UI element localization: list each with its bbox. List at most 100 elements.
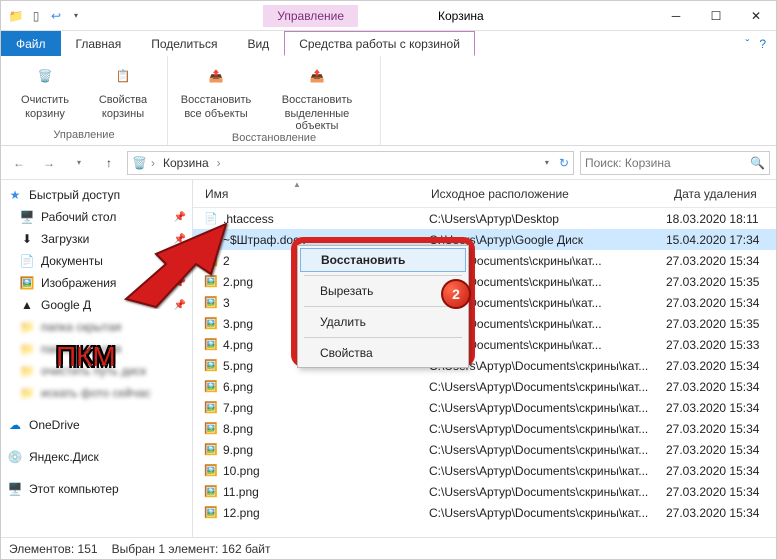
restore-all-icon: 📤 bbox=[200, 60, 232, 92]
file-row[interactable]: 🖼️9.pngC:\Users\Артур\Documents\скрины\к… bbox=[193, 439, 776, 460]
sidebar-item[interactable]: ⬇ Загрузки bbox=[1, 228, 192, 250]
file-row[interactable]: 🖼️8.pngC:\Users\Артур\Documents\скрины\к… bbox=[193, 418, 776, 439]
file-row[interactable]: 🖼️5.pngC:\Users\Артур\Documents\скрины\к… bbox=[193, 355, 776, 376]
sidebar-item-label: Google Д bbox=[41, 298, 91, 312]
ribbon-tabs: Файл Главная Поделиться Вид Средства раб… bbox=[1, 31, 776, 56]
restore-selected-icon: 📤 bbox=[301, 60, 333, 92]
status-bar: Элементов: 151 Выбран 1 элемент: 162 бай… bbox=[1, 537, 776, 559]
ctx-delete[interactable]: Удалить bbox=[300, 310, 466, 334]
file-row[interactable]: 🖼️11.pngC:\Users\Артур\Documents\скрины\… bbox=[193, 481, 776, 502]
up-button[interactable]: ↑ bbox=[97, 151, 121, 175]
sidebar-item[interactable]: 🖼️Изображения bbox=[1, 272, 192, 294]
file-row[interactable]: 🖼️2\Артур\Documents\скрины\кат...27.03.2… bbox=[193, 250, 776, 271]
tab-view[interactable]: Вид bbox=[232, 31, 284, 56]
breadcrumb-sep-icon[interactable]: › bbox=[151, 156, 155, 170]
sidebar-item-label: искать фото сейчас bbox=[41, 386, 151, 400]
ctx-separator bbox=[304, 306, 462, 307]
address-box[interactable]: 🗑️ › Корзина › ▾ ↻ bbox=[127, 151, 574, 175]
status-selection: Выбран 1 элемент: 162 байт bbox=[112, 542, 271, 556]
column-name[interactable]: Имя bbox=[193, 187, 423, 201]
breadcrumb-sep-icon[interactable]: › bbox=[217, 156, 221, 170]
ctx-separator bbox=[304, 337, 462, 338]
sidebar-item[interactable]: ▲Google Д bbox=[1, 294, 192, 316]
recycle-properties-button[interactable]: 📋 Свойствакорзины bbox=[87, 60, 159, 129]
file-row[interactable]: 🖼️10.pngC:\Users\Артур\Documents\скрины\… bbox=[193, 460, 776, 481]
sidebar-yandex-disk[interactable]: 💿 Яндекс.Диск bbox=[1, 446, 192, 468]
breadcrumb-current[interactable]: Корзина bbox=[159, 156, 213, 170]
sidebar-item[interactable]: 📄Документы bbox=[1, 250, 192, 272]
file-row[interactable]: 📄.htaccessC:\Users\Артур\Desktop18.03.20… bbox=[193, 208, 776, 229]
column-headers: ▲ Имя Исходное расположение Дата удалени… bbox=[193, 180, 776, 208]
help-question-icon[interactable]: ? bbox=[759, 37, 766, 51]
file-row[interactable]: 🖼️4.png\Артур\Documents\скрины\кат...27.… bbox=[193, 334, 776, 355]
search-box[interactable]: 🔍 bbox=[580, 151, 770, 175]
file-row[interactable]: 🖼️3\Артур\Documents\скрины\кат...27.03.2… bbox=[193, 292, 776, 313]
sidebar-quick-access[interactable]: ★ Быстрый доступ bbox=[1, 184, 192, 206]
file-icon: 🖼️ bbox=[203, 295, 219, 311]
refresh-icon[interactable]: ↻ bbox=[559, 156, 569, 170]
file-row[interactable]: 🖼️2.png\Артур\Documents\скрины\кат...27.… bbox=[193, 271, 776, 292]
file-name: 6.png bbox=[223, 380, 429, 394]
sidebar-item[interactable]: 📁папка скрытая bbox=[1, 338, 192, 360]
file-icon: 🖼️ bbox=[203, 358, 219, 374]
sidebar-item-label: Изображения bbox=[41, 276, 116, 290]
restore-selected-button[interactable]: 📤 Восстановитьвыделенные объекты bbox=[262, 60, 372, 132]
tab-share[interactable]: Поделиться bbox=[136, 31, 232, 56]
sidebar-item-label: папка скрытая bbox=[41, 342, 121, 356]
sidebar-onedrive[interactable]: ☁ OneDrive bbox=[1, 414, 192, 436]
manage-tab[interactable]: Управление bbox=[263, 5, 358, 27]
search-icon[interactable]: 🔍 bbox=[750, 156, 765, 170]
file-list[interactable]: 📄.htaccessC:\Users\Артур\Desktop18.03.20… bbox=[193, 208, 776, 537]
file-original-location: C:\Users\Артур\Documents\скрины\кат... bbox=[429, 443, 666, 457]
window-title: Корзина bbox=[438, 9, 484, 23]
search-input[interactable] bbox=[585, 156, 750, 170]
folder-icon: 🖥️ bbox=[19, 209, 35, 225]
tab-home[interactable]: Главная bbox=[61, 31, 137, 56]
recent-dropdown[interactable]: ▾ bbox=[67, 151, 91, 175]
file-row[interactable]: 🖼️3.png\Артур\Documents\скрины\кат...27.… bbox=[193, 313, 776, 334]
qat-dropdown-icon[interactable]: ▾ bbox=[67, 7, 85, 25]
sidebar-item-label: очистить путь диск bbox=[41, 364, 146, 378]
tab-file[interactable]: Файл bbox=[1, 31, 61, 56]
folder-icon[interactable]: 📁 bbox=[7, 7, 25, 25]
undo-icon[interactable]: ↩ bbox=[47, 7, 65, 25]
folder-icon: ⬇ bbox=[19, 231, 35, 247]
maximize-button[interactable]: ☐ bbox=[696, 2, 736, 30]
sidebar-item-label: Рабочий стол bbox=[41, 210, 116, 224]
column-original-location[interactable]: Исходное расположение bbox=[423, 187, 666, 201]
file-delete-date: 27.03.2020 15:34 bbox=[666, 359, 772, 373]
cloud-icon: ☁ bbox=[7, 417, 23, 433]
sidebar-item[interactable]: 🖥️ Рабочий стол bbox=[1, 206, 192, 228]
pc-icon: 🖥️ bbox=[7, 481, 23, 497]
file-delete-date: 18.03.2020 18:11 bbox=[666, 212, 772, 226]
file-icon: 🖼️ bbox=[203, 379, 219, 395]
sidebar-item[interactable]: 📁очистить путь диск bbox=[1, 360, 192, 382]
close-button[interactable]: ✕ bbox=[736, 2, 776, 30]
sidebar-this-pc[interactable]: 🖥️ Этот компьютер bbox=[1, 478, 192, 500]
minimize-button[interactable]: ─ bbox=[656, 2, 696, 30]
file-row[interactable]: 📘~$Штраф.docxC:\Users\Артур\Google Диск1… bbox=[193, 229, 776, 250]
recycle-empty-icon: 🗑️ bbox=[29, 60, 61, 92]
file-row[interactable]: 🖼️7.pngC:\Users\Артур\Documents\скрины\к… bbox=[193, 397, 776, 418]
ribbon-group-manage: Управление bbox=[53, 129, 114, 141]
restore-all-button[interactable]: 📤 Восстановитьвсе объекты bbox=[176, 60, 256, 132]
ctx-properties[interactable]: Свойства bbox=[300, 341, 466, 365]
file-delete-date: 27.03.2020 15:33 bbox=[666, 338, 772, 352]
ctx-restore[interactable]: Восстановить bbox=[300, 248, 466, 272]
sidebar-item-label: Загрузки bbox=[41, 232, 89, 246]
folder-icon: 📁 bbox=[19, 319, 35, 335]
column-delete-date[interactable]: Дата удаления bbox=[666, 187, 776, 201]
sidebar-item[interactable]: 📁искать фото сейчас bbox=[1, 382, 192, 404]
file-delete-date: 27.03.2020 15:34 bbox=[666, 254, 772, 268]
help-icon[interactable]: ˇ bbox=[745, 37, 749, 51]
titlebar: 📁 ▯ ↩ ▾ Управление Корзина ─ ☐ ✕ bbox=[1, 1, 776, 31]
file-delete-date: 15.04.2020 17:34 bbox=[666, 233, 772, 247]
tab-recycle-tools[interactable]: Средства работы с корзиной bbox=[284, 31, 475, 56]
file-row[interactable]: 🖼️6.pngC:\Users\Артур\Documents\скрины\к… bbox=[193, 376, 776, 397]
file-row[interactable]: 🖼️12.pngC:\Users\Артур\Documents\скрины\… bbox=[193, 502, 776, 523]
empty-recycle-button[interactable]: 🗑️ Очиститькорзину bbox=[9, 60, 81, 129]
sidebar-item[interactable]: 📁папка скрытая bbox=[1, 316, 192, 338]
address-dropdown-icon[interactable]: ▾ bbox=[545, 158, 549, 167]
back-button[interactable]: ← bbox=[7, 151, 31, 175]
file-name: 7.png bbox=[223, 401, 429, 415]
